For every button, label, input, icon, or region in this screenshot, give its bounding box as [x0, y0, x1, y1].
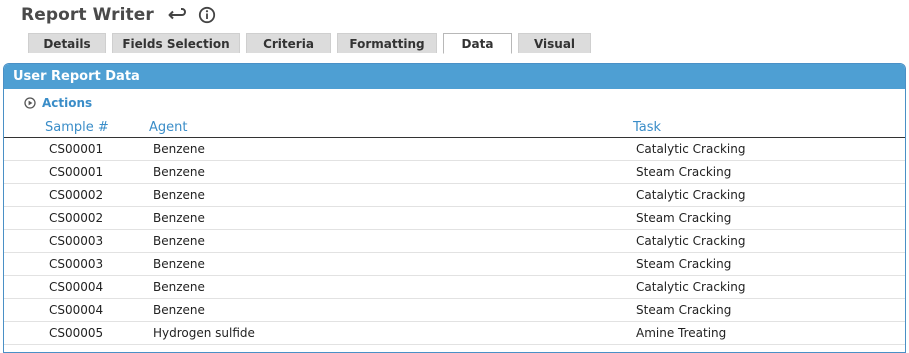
cell-sample: CS00004: [49, 303, 104, 317]
cell-task: Steam Cracking: [636, 211, 732, 225]
cell-agent: Benzene: [153, 165, 205, 179]
info-icon[interactable]: [198, 6, 216, 24]
page-title: Report Writer: [21, 5, 154, 25]
table-row[interactable]: CS00001 Benzene Catalytic Cracking: [4, 138, 905, 161]
tab-bar: Details Fields Selection Criteria Format…: [28, 33, 597, 54]
undo-icon[interactable]: [166, 6, 186, 24]
cell-sample: CS00005: [49, 326, 104, 340]
cell-agent: Benzene: [153, 303, 205, 317]
cell-task: Catalytic Cracking: [636, 234, 746, 248]
cell-task: Catalytic Cracking: [636, 142, 746, 156]
cell-sample: CS00002: [49, 188, 104, 202]
cell-task: Catalytic Cracking: [636, 280, 746, 294]
tab-visual[interactable]: Visual: [518, 33, 591, 53]
actions-toggle[interactable]: Actions: [24, 96, 92, 110]
table-row[interactable]: CS00002 Benzene Catalytic Cracking: [4, 184, 905, 207]
cell-agent: Benzene: [153, 257, 205, 271]
actions-label: Actions: [42, 96, 93, 110]
report-data-panel: User Report Data Actions Sample # Agent …: [3, 63, 906, 353]
cell-agent: Benzene: [153, 142, 205, 156]
cell-sample: CS00001: [49, 165, 104, 179]
tab-formatting[interactable]: Formatting: [337, 33, 437, 53]
table-body: CS00001 Benzene Catalytic Cracking CS000…: [4, 138, 905, 345]
tab-details[interactable]: Details: [28, 33, 106, 53]
cell-sample: CS00003: [49, 257, 104, 271]
cell-sample: CS00003: [49, 234, 104, 248]
cell-task: Steam Cracking: [636, 303, 732, 317]
cell-task: Steam Cracking: [636, 257, 732, 271]
cell-sample: CS00002: [49, 211, 104, 225]
tab-data[interactable]: Data: [443, 33, 512, 54]
cell-agent: Benzene: [153, 280, 205, 294]
column-header-sample[interactable]: Sample #: [45, 120, 109, 135]
table-row[interactable]: CS00005 Hydrogen sulfide Amine Treating: [4, 322, 905, 345]
cell-agent: Benzene: [153, 188, 205, 202]
cell-sample: CS00001: [49, 142, 104, 156]
column-header-task[interactable]: Task: [633, 120, 661, 135]
table-header: Sample # Agent Task: [4, 119, 905, 138]
page-header: Report Writer: [21, 3, 216, 27]
table-row[interactable]: CS00002 Benzene Steam Cracking: [4, 207, 905, 230]
table-row[interactable]: CS00004 Benzene Catalytic Cracking: [4, 276, 905, 299]
cell-agent: Hydrogen sulfide: [153, 326, 255, 340]
cell-agent: Benzene: [153, 211, 205, 225]
cell-sample: CS00004: [49, 280, 104, 294]
column-header-agent[interactable]: Agent: [149, 120, 187, 135]
cell-agent: Benzene: [153, 234, 205, 248]
cell-task: Amine Treating: [636, 326, 727, 340]
tab-criteria[interactable]: Criteria: [246, 33, 331, 53]
table-row[interactable]: CS00001 Benzene Steam Cracking: [4, 161, 905, 184]
table-row[interactable]: CS00004 Benzene Steam Cracking: [4, 299, 905, 322]
cell-task: Catalytic Cracking: [636, 188, 746, 202]
panel-title: User Report Data: [4, 64, 905, 89]
table-row[interactable]: CS00003 Benzene Catalytic Cracking: [4, 230, 905, 253]
cell-task: Steam Cracking: [636, 165, 732, 179]
tab-fields-selection[interactable]: Fields Selection: [112, 33, 240, 53]
play-circle-icon: [24, 97, 36, 109]
table-row[interactable]: CS00003 Benzene Steam Cracking: [4, 253, 905, 276]
